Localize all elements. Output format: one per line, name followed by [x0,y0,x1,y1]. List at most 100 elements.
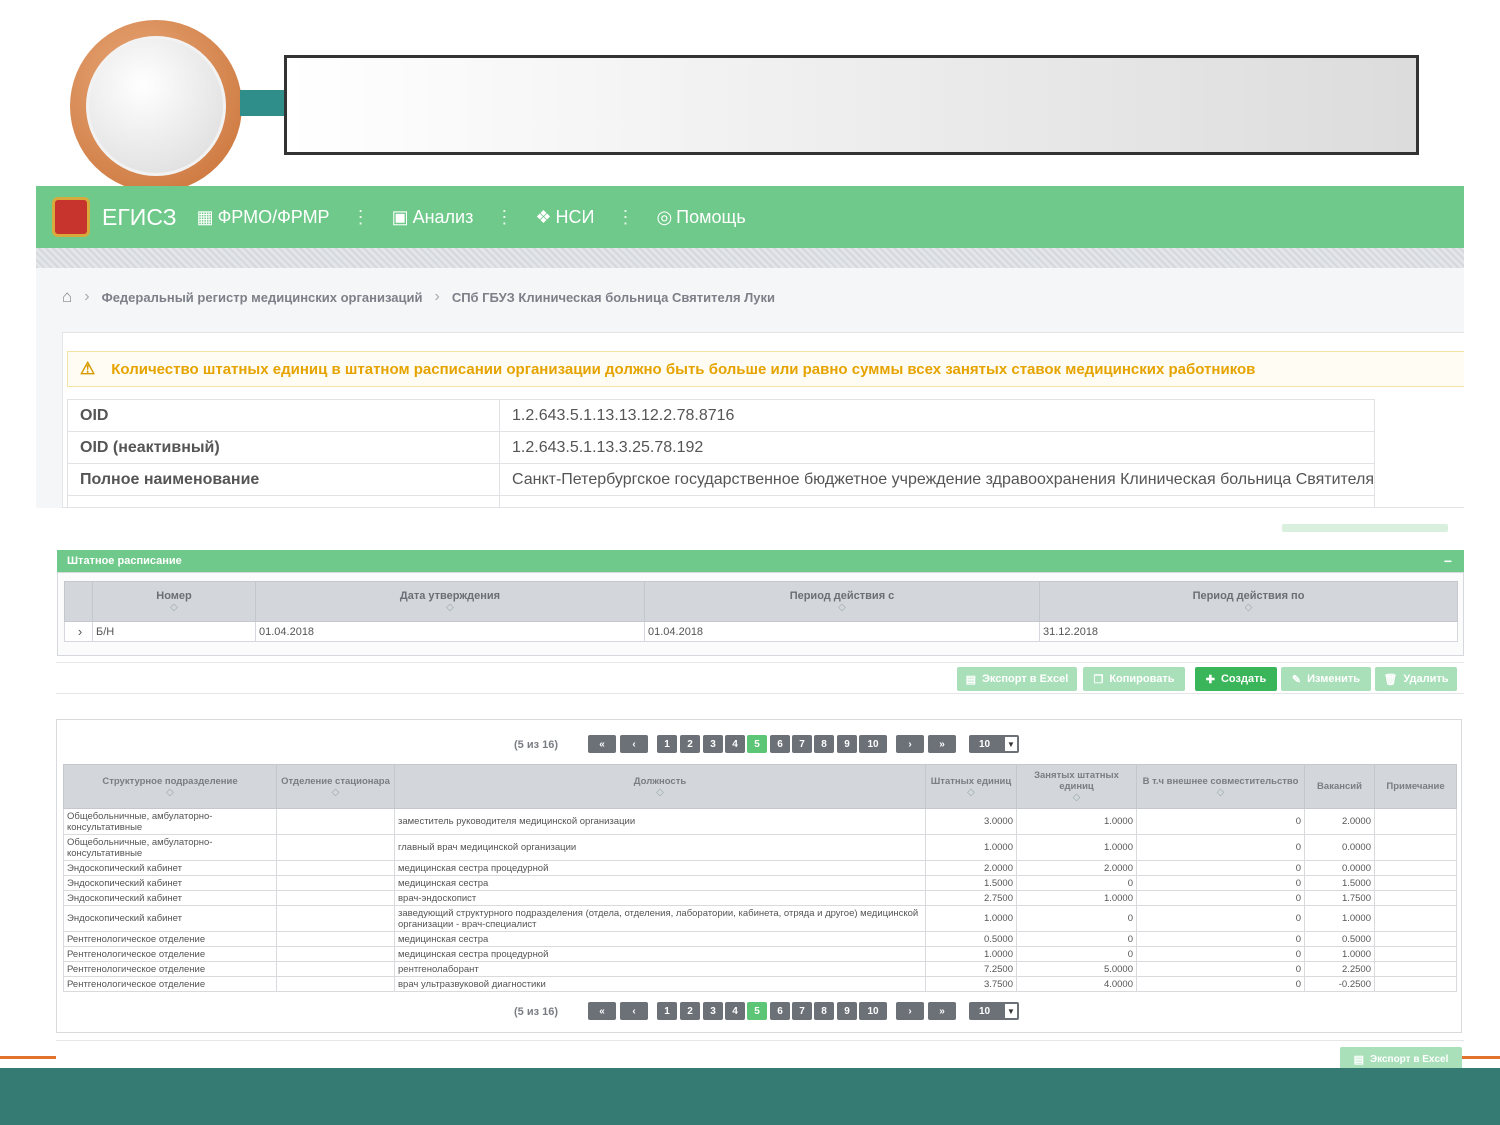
cell-units: 1.0000 [925,834,1017,861]
top-navbar: ЕГИСЗ ▦ ФРМО/ФРМР ⋮ ▣ Анализ ⋮ ❖ НСИ ⋮ ◎… [36,186,1464,248]
cell-vacancies: 1.0000 [1304,905,1375,932]
page-button[interactable]: 7 [792,735,812,753]
table-row[interactable]: Эндоскопический кабинет заведующий структ… [63,905,1457,932]
column-header-note[interactable]: Примечание [1374,764,1457,809]
page-button[interactable]: 4 [725,735,745,753]
cell-units: 3.7500 [925,976,1017,992]
column-header-approved[interactable]: Дата утверждения ◇ [255,581,645,622]
table-row[interactable]: Рентгенологическое отделение врач ультраз… [63,976,1457,992]
edit-button[interactable]: ✎ Изменить [1281,667,1371,691]
page-button-active[interactable]: 5 [747,735,767,753]
info-value: 1.2.643.5.1.13.3.25.78.192 [498,431,1376,464]
column-header-units[interactable]: Штатных единиц ◇ [925,764,1017,809]
column-header-occupied[interactable]: Занятых штатных единиц ◇ [1016,764,1137,809]
cell-to: 31.12.2018 [1039,621,1458,642]
column-header-dept[interactable]: Структурное подразделение ◇ [63,764,277,809]
nav-item-frmo[interactable]: ▦ ФРМО/ФРМР [197,207,330,228]
sort-icon: ◇ [1244,602,1253,613]
warning-alert: ⚠ Количество штатных единиц в штатном ра… [67,351,1464,387]
brand-title[interactable]: ЕГИСЗ [102,204,177,231]
nav-item-analysis[interactable]: ▣ Анализ [392,207,474,228]
table-row[interactable]: Эндоскопический кабинет врач-эндоскопист 2… [63,890,1457,906]
first-page-button[interactable]: « [588,735,616,753]
page-button[interactable]: 9 [837,735,857,753]
page-button[interactable]: 2 [680,1002,700,1020]
page-size-select[interactable]: 10 ▼ [969,735,1019,753]
table-row[interactable]: Эндоскопический кабинет медицинская сестр… [63,860,1457,876]
nav-item-label: Помощь [676,206,746,227]
sort-icon: ◇ [656,786,664,798]
cell-external: 0 [1136,890,1305,906]
page-button[interactable]: 1 [657,1002,677,1020]
cell-units: 1.5000 [925,875,1017,891]
page-button[interactable]: 6 [770,735,790,753]
export-excel-button[interactable]: ▤ Экспорт в Excel [957,667,1077,691]
info-row: OID 1.2.643.5.1.13.13.12.2.78.8716 [67,399,1376,432]
collapse-icon[interactable]: − [1444,553,1452,569]
table-row[interactable]: Рентгенологическое отделение рентгенолабо… [63,961,1457,977]
table-row[interactable]: › Б/Н 01.04.2018 01.04.2018 31.12.2018 [64,621,1458,642]
page-button[interactable]: 1 [657,735,677,753]
page-button[interactable]: 6 [770,1002,790,1020]
file-icon: ▤ [1353,1053,1364,1066]
page-button-active[interactable]: 5 [747,1002,767,1020]
cell-ward [276,961,395,977]
column-header-external[interactable]: В т.ч внешнее совместительство ◇ [1136,764,1305,809]
first-page-button[interactable]: « [588,1002,616,1020]
info-row [67,495,1376,508]
table-row[interactable]: Рентгенологическое отделение медицинская … [63,946,1457,962]
sort-icon: ◇ [166,786,174,798]
column-header-to[interactable]: Период действия по ◇ [1039,581,1458,622]
column-header-number[interactable]: Номер ◇ [92,581,256,622]
page-button[interactable]: 8 [814,735,834,753]
create-button[interactable]: ✚ Создать [1195,667,1277,691]
slide-title-box [284,55,1419,155]
prev-page-button[interactable]: ‹ [620,1002,648,1020]
cell-dept: Эндоскопический кабинет [63,860,277,876]
cell-dept: Рентгенологическое отделение [63,931,277,947]
sort-icon: ◇ [838,602,846,613]
table-row[interactable]: Рентгенологическое отделение медицинская … [63,931,1457,947]
delete-button[interactable]: 🗑 Удалить [1375,667,1457,691]
table-row[interactable]: Общебольничные, амбулаторно-консультатив… [63,834,1457,861]
staff-table-body: Общебольничные, амбулаторно-консультатив… [63,808,1457,992]
table-row[interactable]: Общебольничные, амбулаторно-консультатив… [63,808,1457,835]
page-button[interactable]: 4 [725,1002,745,1020]
slide-footer [0,1068,1500,1125]
cell-units: 0.5000 [925,931,1017,947]
page-size-select[interactable]: 10 ▼ [969,1002,1019,1020]
cell-occupied: 4.0000 [1016,976,1137,992]
next-page-button[interactable]: › [896,1002,924,1020]
page-button[interactable]: 3 [703,735,723,753]
cell-ward [276,834,395,861]
page-button[interactable]: 7 [792,1002,812,1020]
schedule-panel-header[interactable]: Штатное расписание − [57,550,1464,572]
table-row[interactable]: Эндоскопический кабинет медицинская сестр… [63,875,1457,891]
home-icon[interactable]: ⌂ [62,287,72,307]
last-page-button[interactable]: » [928,1002,956,1020]
cell-note [1374,931,1457,947]
cell-vacancies: 1.5000 [1304,875,1375,891]
prev-page-button[interactable]: ‹ [620,735,648,753]
cell-occupied: 5.0000 [1016,961,1137,977]
column-header-from[interactable]: Период действия с ◇ [644,581,1040,622]
last-page-button[interactable]: » [928,735,956,753]
column-header-ward[interactable]: Отделение стационара ◇ [276,764,395,809]
page-button[interactable]: 10 [859,1002,887,1020]
sort-icon: ◇ [1072,792,1081,803]
page-button[interactable]: 8 [814,1002,834,1020]
page-button[interactable]: 2 [680,735,700,753]
page-button[interactable]: 9 [837,1002,857,1020]
nav-item-help[interactable]: ◎ Помощь [656,207,745,228]
cell-from: 01.04.2018 [644,621,1040,642]
page-button[interactable]: 3 [703,1002,723,1020]
next-page-button[interactable]: › [896,735,924,753]
export-bar: ▤ Экспорт в Excel [56,1040,1464,1071]
breadcrumb-item[interactable]: Федеральный регистр медицинских организа… [102,290,423,305]
column-header-vacancies[interactable]: Вакансий [1304,764,1375,809]
nav-item-nsi[interactable]: ❖ НСИ [535,207,594,228]
page-button[interactable]: 10 [859,735,887,753]
column-header-position[interactable]: Должность ◇ [394,764,926,809]
expand-row-icon[interactable]: › [64,621,93,642]
copy-button[interactable]: ❐ Копировать [1083,667,1185,691]
